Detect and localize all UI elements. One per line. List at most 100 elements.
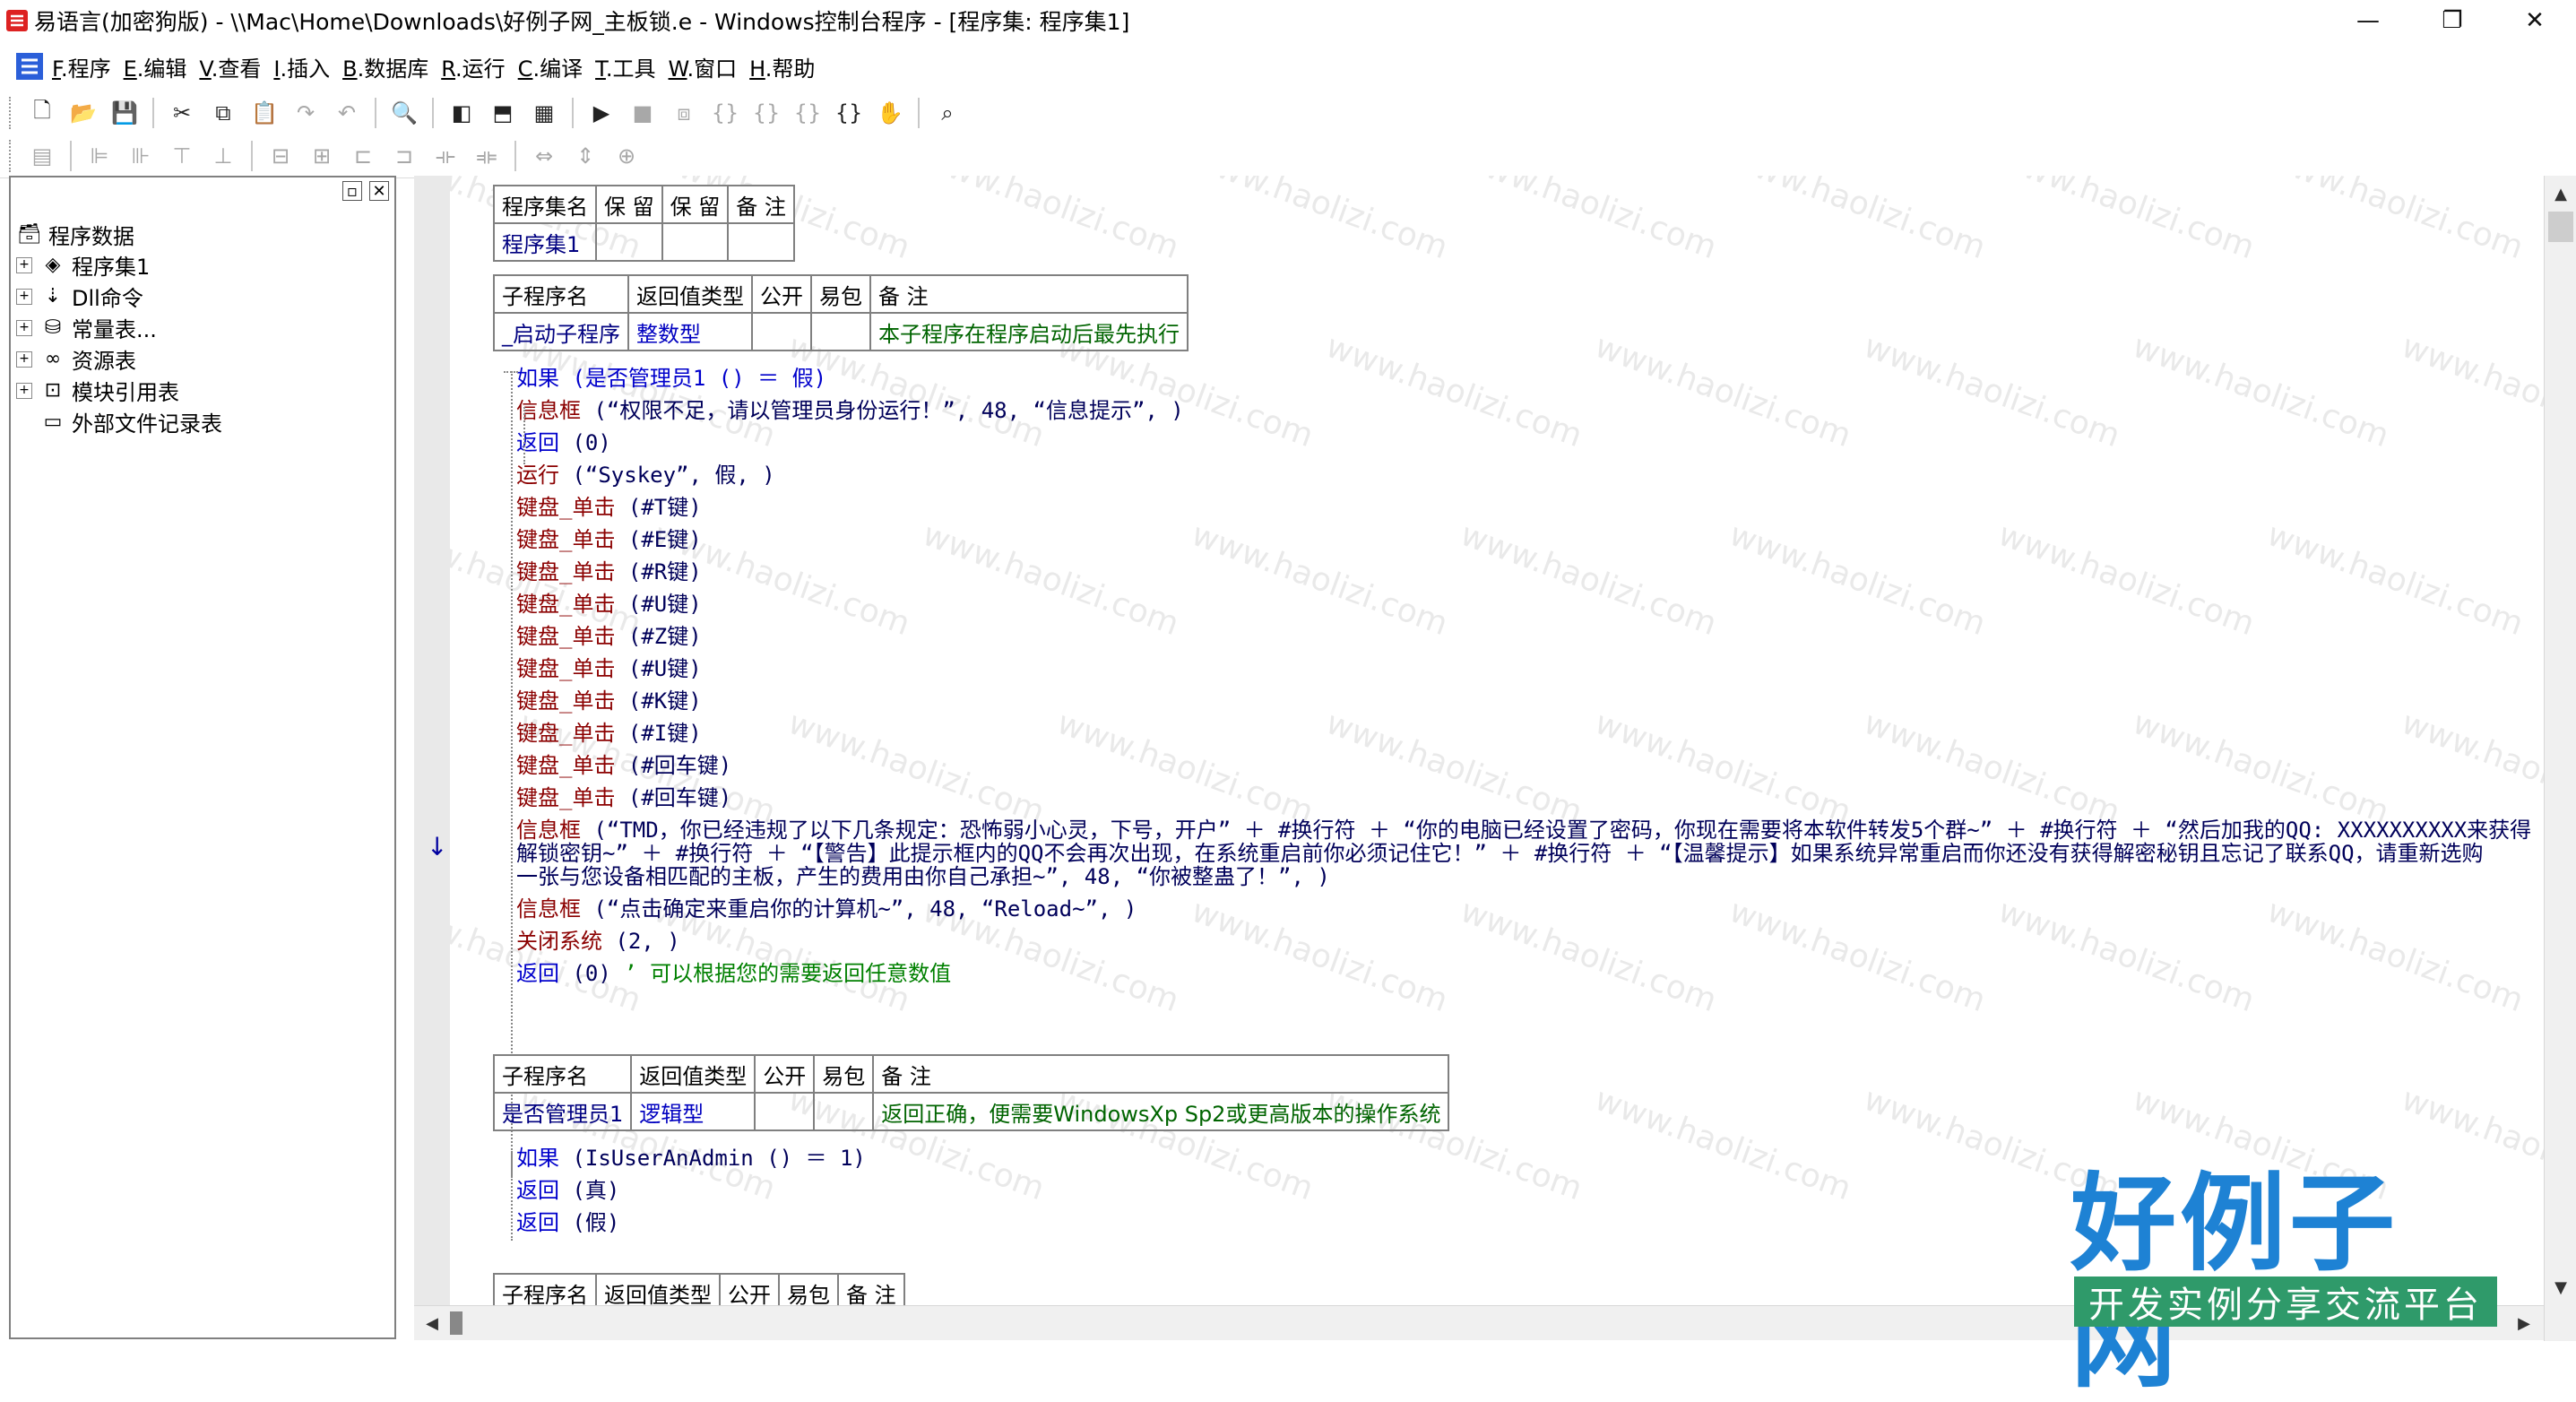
panel-close-icon[interactable]: ✕ bbox=[369, 181, 389, 201]
code-line[interactable]: 键盘_单击 (#T键) bbox=[516, 489, 702, 521]
menu-item-c[interactable]: C.编译 bbox=[518, 51, 583, 82]
code-line[interactable]: 返回 (真) bbox=[516, 1173, 619, 1204]
new-file-icon[interactable]: 🗋 bbox=[26, 97, 58, 129]
h-scroll-thumb[interactable] bbox=[450, 1311, 462, 1335]
menu-item-r[interactable]: R.运行 bbox=[441, 51, 505, 82]
code-line[interactable]: 信息框 (“权限不足，请以管理员身份运行！”, 48, “信息提示”, ) bbox=[516, 393, 1184, 424]
space-h-icon[interactable]: ⟛ bbox=[429, 140, 462, 172]
table-header: 公开 bbox=[751, 274, 812, 314]
code-line[interactable]: 键盘_单击 (#回车键) bbox=[516, 748, 731, 779]
scroll-thumb[interactable] bbox=[2548, 212, 2573, 242]
menu-item-t[interactable]: T.工具 bbox=[595, 51, 655, 82]
code-line[interactable]: 运行 (“Syskey”, 假, ) bbox=[516, 457, 775, 489]
scroll-left-icon[interactable]: ◀ bbox=[416, 1306, 448, 1340]
vertical-scrollbar[interactable]: ▲ ▼ bbox=[2544, 176, 2576, 1341]
expand-icon[interactable]: + bbox=[16, 256, 32, 273]
tree-item[interactable]: ▭ 外部文件记录表 bbox=[16, 406, 222, 437]
expand-icon[interactable]: + bbox=[16, 382, 32, 399]
code-line[interactable]: 键盘_单击 (#Z键) bbox=[516, 619, 702, 650]
center-v-icon[interactable]: ⊞ bbox=[306, 140, 338, 172]
menu-item-v[interactable]: V.查看 bbox=[199, 51, 261, 82]
center-both-icon[interactable]: ⊕ bbox=[610, 140, 643, 172]
tree-item[interactable]: + ⊡ 模块引用表 bbox=[16, 375, 179, 406]
redo-icon[interactable]: ↷ bbox=[290, 97, 322, 129]
tree-item[interactable]: + ∞ 资源表 bbox=[16, 343, 136, 375]
align-left-icon[interactable]: ⊫ bbox=[83, 140, 116, 172]
tree-item-label: 常量表... bbox=[72, 317, 157, 342]
tree-item[interactable]: + ◈ 程序集1 bbox=[16, 249, 150, 281]
tree-item[interactable]: + ⇣ Dll命令 bbox=[16, 281, 143, 312]
save-icon[interactable]: 💾 bbox=[108, 97, 141, 129]
breakpoint-braces-icon[interactable]: {} bbox=[833, 97, 865, 129]
table-header: 保 留 bbox=[661, 185, 730, 224]
align-top-icon[interactable]: ⊤ bbox=[166, 140, 198, 172]
binoculars-icon[interactable]: ⌕ bbox=[931, 97, 964, 129]
center-h-icon[interactable]: ⊟ bbox=[264, 140, 297, 172]
layout-left-icon[interactable]: ◧ bbox=[445, 97, 478, 129]
code-line[interactable]: 键盘_单击 (#U键) bbox=[516, 651, 702, 682]
layout-grid-icon[interactable]: ▦ bbox=[528, 97, 560, 129]
menu-label: .运行 bbox=[455, 56, 506, 82]
code-line[interactable]: 如果 (是否管理员1 () ＝ 假) bbox=[516, 360, 826, 392]
run-icon[interactable]: ▶ bbox=[585, 97, 618, 129]
hand-icon[interactable]: ✋ bbox=[874, 97, 906, 129]
code-line[interactable]: 如果 (IsUserAnAdmin () ＝ 1) bbox=[516, 1140, 866, 1172]
restore-button[interactable]: ❐ bbox=[2411, 0, 2494, 41]
layout-top-icon[interactable]: ⬒ bbox=[487, 97, 519, 129]
debug-icon[interactable]: ⧈ bbox=[668, 97, 700, 129]
expand-icon[interactable]: + bbox=[16, 288, 32, 305]
code-line[interactable]: 关闭系统 (2, ) bbox=[516, 923, 680, 955]
minimize-button[interactable]: — bbox=[2327, 0, 2409, 41]
pin-icon[interactable]: ▫ bbox=[342, 181, 362, 201]
code-line[interactable]: 返回 (假) bbox=[516, 1205, 619, 1236]
menu-item-e[interactable]: E.编辑 bbox=[124, 51, 187, 82]
menu-accelerator: F bbox=[52, 56, 61, 82]
close-button[interactable]: ✕ bbox=[2494, 0, 2576, 41]
code-line[interactable]: 键盘_单击 (#R键) bbox=[516, 554, 702, 585]
open-folder-icon[interactable]: 📂 bbox=[67, 97, 99, 129]
scroll-down-icon[interactable]: ▼ bbox=[2545, 1271, 2576, 1303]
undo-icon[interactable]: ↶ bbox=[331, 97, 363, 129]
space-v-icon[interactable]: ⟚ bbox=[471, 140, 503, 172]
stop-icon[interactable]: ■ bbox=[627, 97, 659, 129]
tree-item[interactable]: + ⛁ 常量表... bbox=[16, 312, 157, 343]
tree-root[interactable]: 🗃 程序数据 bbox=[16, 219, 134, 250]
scroll-right-icon[interactable]: ▶ bbox=[2508, 1306, 2540, 1340]
code-token: 键盘_单击 bbox=[516, 753, 616, 778]
paste-icon[interactable]: 📋 bbox=[248, 97, 281, 129]
code-line[interactable]: 返回 (0) bbox=[516, 425, 611, 456]
menu-item-i[interactable]: I.插入 bbox=[273, 51, 330, 82]
align-right-icon[interactable]: ⊪ bbox=[125, 140, 157, 172]
code-line[interactable]: 键盘_单击 (#U键) bbox=[516, 586, 702, 618]
menu-item-b[interactable]: B.数据库 bbox=[342, 51, 428, 82]
expand-icon[interactable]: + bbox=[16, 350, 32, 368]
code-line[interactable]: 键盘_单击 (#回车键) bbox=[516, 780, 731, 811]
code-token: 运行 bbox=[516, 463, 559, 488]
code-line[interactable]: 返回 (0) ’ 可以根据您的需要返回任意数值 bbox=[516, 956, 951, 987]
code-line[interactable]: 键盘_单击 (#E键) bbox=[516, 522, 702, 553]
table-cell bbox=[754, 1092, 816, 1131]
align-form-icon[interactable]: ▤ bbox=[26, 140, 58, 172]
step-out-icon[interactable]: {} bbox=[791, 97, 824, 129]
step-over-icon[interactable]: {} bbox=[750, 97, 782, 129]
code-editor[interactable]: www.haolizi.com www.haolizi.com www.haoliz… bbox=[450, 176, 2544, 1305]
same-height-icon[interactable]: ⊐ bbox=[388, 140, 420, 172]
scroll-up-icon[interactable]: ▲ bbox=[2545, 177, 2576, 210]
step-into-icon[interactable]: {} bbox=[709, 97, 741, 129]
menu-item-h[interactable]: H.帮助 bbox=[749, 51, 815, 82]
cut-icon[interactable]: ✂ bbox=[166, 97, 198, 129]
same-width-icon[interactable]: ⊏ bbox=[347, 140, 379, 172]
code-line[interactable]: 键盘_单击 (#I键) bbox=[516, 715, 702, 747]
expand-icon[interactable]: + bbox=[16, 319, 32, 336]
code-line[interactable]: 信息框 (“点击确定来重启你的计算机~”, 48, “Reload~”, ) bbox=[516, 891, 1137, 922]
center-horizontal-icon[interactable]: ⇔ bbox=[528, 140, 560, 172]
flow-guide bbox=[511, 1151, 513, 1241]
menu-item-f[interactable]: F.程序 bbox=[52, 51, 111, 82]
copy-icon[interactable]: ⧉ bbox=[207, 97, 239, 129]
code-line[interactable]: 键盘_单击 (#K键) bbox=[516, 683, 702, 714]
watermark-text: www.haolizi.com bbox=[1456, 892, 1722, 1020]
find-icon[interactable]: 🔍 bbox=[388, 97, 420, 129]
center-vertical-icon[interactable]: ⇕ bbox=[569, 140, 601, 172]
menu-item-w[interactable]: W.窗口 bbox=[669, 51, 738, 82]
align-bottom-icon[interactable]: ⊥ bbox=[207, 140, 239, 172]
